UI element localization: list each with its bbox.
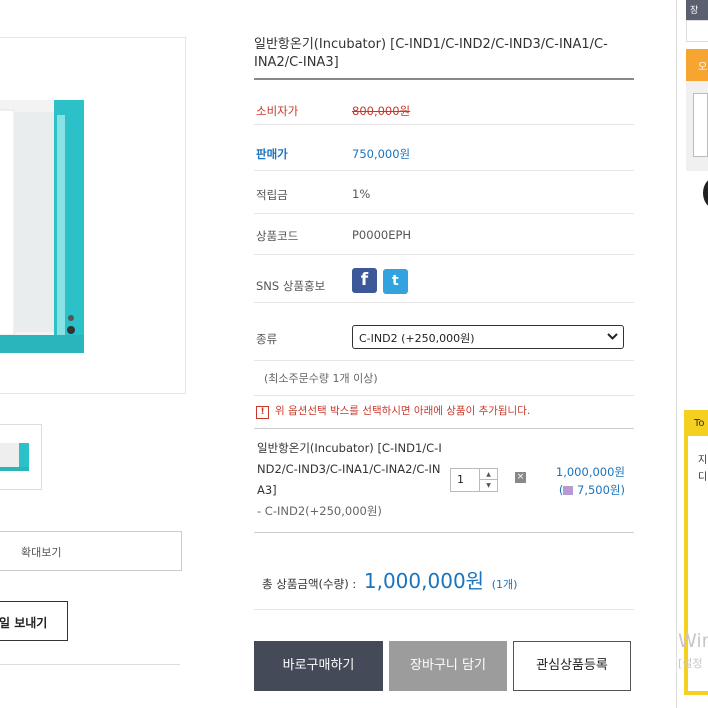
notice-text: 위 옵션선택 박스를 선택하시면 아래에 상품이 추가됩니다. <box>275 405 531 417</box>
twitter-icon[interactable]: t <box>382 269 408 294</box>
product-main-image <box>0 37 186 394</box>
sale-price-label: 판매가 <box>256 147 288 161</box>
sns-row: SNS 상품홍보 <box>254 255 634 303</box>
incubator-image <box>0 100 84 353</box>
sidebar-box <box>686 20 708 42</box>
sidebar-yellow-panel: To 지 디 <box>684 410 708 695</box>
sidebar-banner-image <box>693 93 708 157</box>
points-value: 1% <box>352 187 371 201</box>
zoom-button[interactable]: 확대보기 <box>0 531 182 571</box>
sidebar-yellow-header: To <box>688 414 708 436</box>
warning-icon: ! <box>256 406 269 419</box>
option-notice: ! 위 옵션선택 박스를 선택하시면 아래에 상품이 추가됩니다. <box>256 403 530 419</box>
sale-price-row: 판매가 750,000원 <box>254 125 634 171</box>
sns-buttons: f t <box>352 268 410 294</box>
total-row <box>254 533 634 610</box>
sidebar-yellow-line1: 지 <box>698 455 708 466</box>
facebook-icon[interactable]: f <box>352 268 377 293</box>
consumer-price-value: 800,000원 <box>352 104 411 118</box>
wishlist-button[interactable]: 관심상품등록 <box>513 641 631 691</box>
chevron-down-icon <box>607 328 618 347</box>
selected-item-row <box>254 429 634 533</box>
product-code-row: 상품코드 P0000EPH <box>254 214 634 255</box>
sidebar-divider <box>676 0 677 708</box>
buy-now-button[interactable]: 바로구매하기 <box>254 641 383 691</box>
sale-price-value: 750,000원 <box>352 147 411 161</box>
zoom-label: 확대보기 <box>21 546 62 559</box>
sidebar-orange-tab[interactable]: 오 <box>686 49 708 81</box>
add-to-cart-button[interactable]: 장바구니 담기 <box>389 641 507 691</box>
option-selected-value: C-IND2 (+250,000원) <box>359 332 475 345</box>
divider <box>0 664 180 665</box>
thumbnail-image <box>0 443 29 471</box>
consumer-price-label: 소비자가 <box>256 104 299 118</box>
sidebar-dark-tab[interactable]: 장 <box>686 0 708 20</box>
sidebar-banner[interactable] <box>686 81 708 171</box>
product-title: 일반항온기(Incubator) [C-IND1/C-IND2/C-IND3/C… <box>254 37 608 70</box>
product-code-label: 상품코드 <box>256 229 299 243</box>
sidebar-circle-icon[interactable] <box>703 178 708 208</box>
sidebar-yellow-line2: 디 <box>698 472 708 483</box>
windows-watermark-sub: [설정 <box>678 657 703 670</box>
send-mail-button[interactable]: 일 보내기 <box>0 601 68 641</box>
option-label: 종류 <box>256 332 278 346</box>
sns-label: SNS 상품홍보 <box>256 279 326 293</box>
product-code-value: P0000EPH <box>352 228 412 242</box>
option-select[interactable]: C-IND2 (+250,000원) <box>352 325 624 349</box>
points-label: 적립금 <box>256 188 288 202</box>
product-thumbnail[interactable] <box>0 424 42 490</box>
windows-watermark: Win <box>678 630 708 652</box>
points-row: 적립금 1% <box>254 171 634 214</box>
min-qty-text: (최소주문수량 1개 이상) <box>264 372 378 385</box>
consumer-price-row: 소비자가 800,000원 <box>254 80 634 125</box>
send-mail-label: 일 보내기 <box>0 616 48 630</box>
